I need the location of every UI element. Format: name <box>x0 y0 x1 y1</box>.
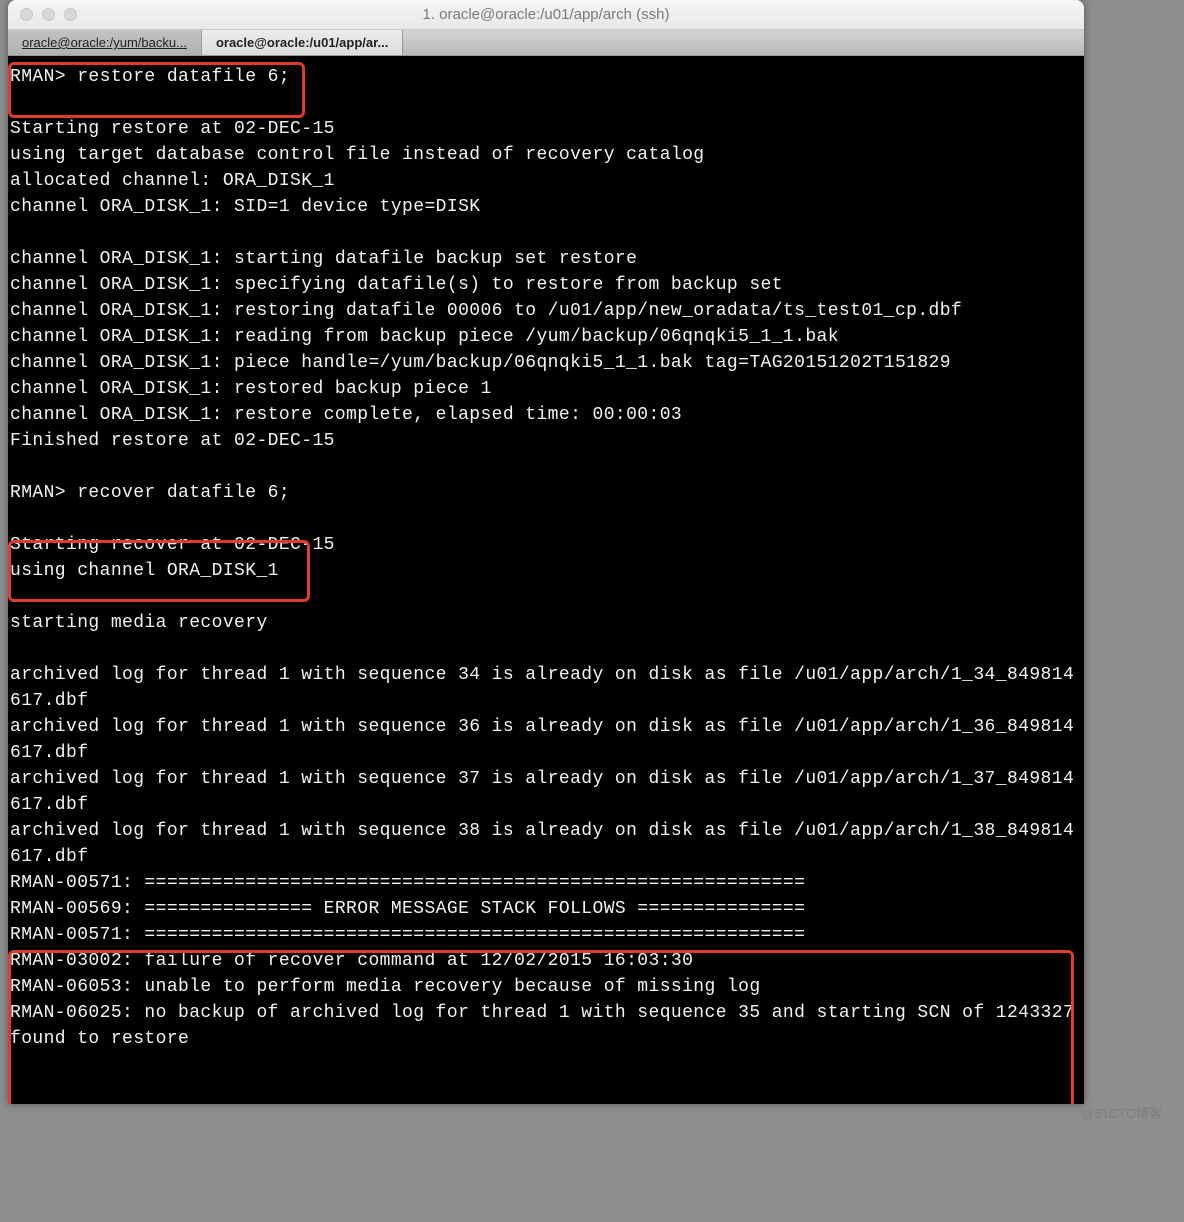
terminal-line: channel ORA_DISK_1: specifying datafile(… <box>10 272 1082 298</box>
terminal-line: starting media recovery <box>10 610 1082 636</box>
terminal-line <box>10 90 1082 116</box>
terminal-line: channel ORA_DISK_1: starting datafile ba… <box>10 246 1082 272</box>
window-controls <box>20 8 77 21</box>
terminal-line <box>10 636 1082 662</box>
terminal-line: channel ORA_DISK_1: reading from backup … <box>10 324 1082 350</box>
terminal-line: archived log for thread 1 with sequence … <box>10 662 1082 714</box>
terminal-window: 1. oracle@oracle:/u01/app/arch (ssh) ora… <box>8 0 1084 1104</box>
terminal-line: archived log for thread 1 with sequence … <box>10 714 1082 766</box>
terminal-output[interactable]: RMAN> restore datafile 6; Starting resto… <box>8 56 1084 1104</box>
terminal-line: RMAN-03002: failure of recover command a… <box>10 948 1082 974</box>
zoom-icon[interactable] <box>64 8 77 21</box>
terminal-line <box>10 506 1082 532</box>
terminal-line: RMAN-06025: no backup of archived log fo… <box>10 1000 1082 1052</box>
tab-active[interactable]: oracle@oracle:/u01/app/ar... <box>202 30 403 55</box>
terminal-line <box>10 454 1082 480</box>
close-icon[interactable] <box>20 8 33 21</box>
terminal-line: Starting recover at 02-DEC-15 <box>10 532 1082 558</box>
terminal-line <box>10 584 1082 610</box>
watermark-text: @51CTO博客 <box>1081 1103 1162 1122</box>
terminal-line: RMAN-00569: =============== ERROR MESSAG… <box>10 896 1082 922</box>
terminal-line: archived log for thread 1 with sequence … <box>10 766 1082 818</box>
tab-bar: oracle@oracle:/yum/backu... oracle@oracl… <box>8 30 1084 56</box>
terminal-line: allocated channel: ORA_DISK_1 <box>10 168 1082 194</box>
terminal-line: channel ORA_DISK_1: restored backup piec… <box>10 376 1082 402</box>
tab-inactive[interactable]: oracle@oracle:/yum/backu... <box>8 30 202 55</box>
terminal-line: archived log for thread 1 with sequence … <box>10 818 1082 870</box>
terminal-line: RMAN> recover datafile 6; <box>10 480 1082 506</box>
terminal-line: channel ORA_DISK_1: restoring datafile 0… <box>10 298 1082 324</box>
terminal-line: RMAN> restore datafile 6; <box>10 64 1082 90</box>
terminal-line: RMAN-06053: unable to perform media reco… <box>10 974 1082 1000</box>
minimize-icon[interactable] <box>42 8 55 21</box>
terminal-line: channel ORA_DISK_1: SID=1 device type=DI… <box>10 194 1082 220</box>
terminal-line: channel ORA_DISK_1: restore complete, el… <box>10 402 1082 428</box>
terminal-line: channel ORA_DISK_1: piece handle=/yum/ba… <box>10 350 1082 376</box>
terminal-line: RMAN-00571: ============================… <box>10 870 1082 896</box>
terminal-line: Finished restore at 02-DEC-15 <box>10 428 1082 454</box>
terminal-line: RMAN-00571: ============================… <box>10 922 1082 948</box>
titlebar: 1. oracle@oracle:/u01/app/arch (ssh) <box>8 0 1084 30</box>
terminal-line <box>10 220 1082 246</box>
terminal-line: Starting restore at 02-DEC-15 <box>10 116 1082 142</box>
terminal-line: using channel ORA_DISK_1 <box>10 558 1082 584</box>
window-title: 1. oracle@oracle:/u01/app/arch (ssh) <box>8 6 1084 23</box>
terminal-line: using target database control file inste… <box>10 142 1082 168</box>
